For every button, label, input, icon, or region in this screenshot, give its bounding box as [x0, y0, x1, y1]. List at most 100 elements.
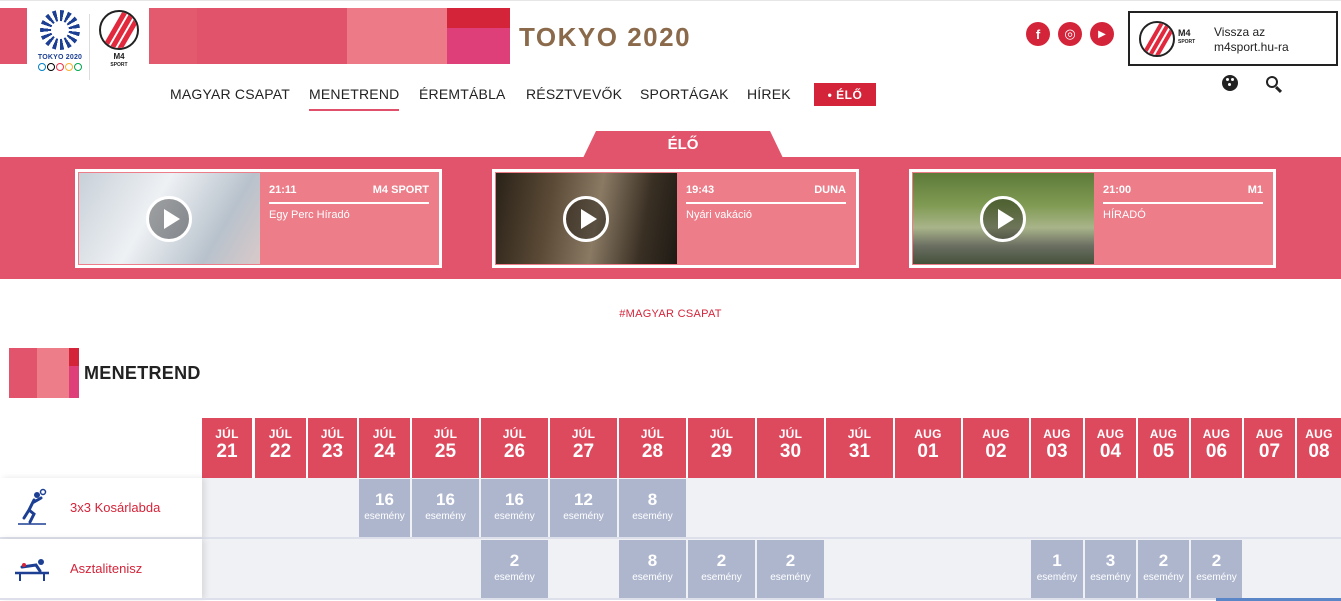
date-header[interactable]: JÚL 27 — [550, 418, 617, 478]
date-header[interactable]: JÚL 30 — [757, 418, 824, 478]
event-label: esemény — [364, 511, 405, 522]
video-thumbnail — [913, 173, 1094, 264]
event-cell[interactable]: 2 esemény — [757, 540, 824, 598]
play-icon[interactable] — [980, 196, 1026, 242]
date-day: 23 — [321, 441, 344, 462]
date-month: JÚL — [215, 427, 239, 441]
event-cell[interactable]: 1 esemény — [1031, 540, 1083, 598]
event-count: 2 — [785, 551, 796, 570]
nav-magyar-csapat[interactable]: MAGYAR CSAPAT — [170, 86, 290, 102]
event-count: 2 — [1211, 551, 1222, 570]
date-header[interactable]: AUG 07 — [1244, 418, 1295, 478]
live-card-m1[interactable]: 21:00 M1 HÍRADÓ — [909, 169, 1276, 268]
date-month: AUG — [1043, 427, 1071, 441]
date-day: 07 — [1258, 441, 1281, 462]
logo-area[interactable]: TOKYO 2020 M4 SPORT — [27, 2, 149, 86]
schedule-row-asztalitenisz[interactable]: Asztalitenisz — [0, 539, 202, 599]
accessibility-button[interactable] — [1220, 73, 1240, 93]
event-label: esemény — [494, 572, 535, 583]
date-header[interactable]: JÚL 31 — [826, 418, 893, 478]
event-cell[interactable]: 3 esemény — [1085, 540, 1136, 598]
event-label: esemény — [1143, 572, 1184, 583]
live-card-duna[interactable]: 19:43 DUNA Nyári vakáció — [492, 169, 859, 268]
date-month: AUG — [1305, 427, 1333, 441]
date-day: 26 — [503, 441, 526, 462]
sport-name[interactable]: 3x3 Kosárlabda — [70, 500, 160, 515]
date-month: JÚL — [709, 427, 734, 441]
date-day: 03 — [1046, 441, 1068, 462]
event-cell[interactable]: 16 esemény — [359, 479, 410, 537]
event-cell[interactable]: 2 esemény — [1138, 540, 1189, 598]
event-count: 12 — [574, 490, 593, 509]
date-month: AUG — [1202, 427, 1231, 441]
m4-mini-label: M4 — [1178, 28, 1191, 38]
event-count: 16 — [505, 490, 524, 509]
m4-mini-sub: SPORT — [1178, 39, 1196, 45]
card-title[interactable]: Egy Perc Híradó — [269, 209, 350, 221]
m4-logo-label: M4 — [113, 52, 125, 61]
search-button[interactable] — [1263, 73, 1283, 93]
event-count: 16 — [436, 490, 455, 509]
event-cell[interactable]: 16 esemény — [481, 479, 548, 537]
date-header[interactable]: JÚL 25 — [412, 418, 479, 478]
date-day: 01 — [917, 441, 939, 462]
table-tennis-icon — [15, 559, 49, 581]
sport-name[interactable]: Asztalitenisz — [70, 561, 142, 576]
nav-hirek[interactable]: HÍREK — [747, 86, 791, 102]
nav-menetrend[interactable]: MENETREND — [309, 86, 400, 111]
m4-stripes-icon — [99, 10, 139, 50]
olympic-rings-icon — [37, 63, 83, 71]
date-header[interactable]: AUG 04 — [1085, 418, 1136, 478]
card-time: 19:43 — [686, 184, 715, 196]
date-header[interactable]: AUG 06 — [1191, 418, 1242, 478]
date-day: 24 — [373, 441, 396, 462]
live-card-m4sport[interactable]: 21:11 M4 SPORT Egy Perc Híradó — [75, 169, 442, 268]
card-title[interactable]: Nyári vakáció — [686, 209, 752, 221]
date-header[interactable]: JÚL 22 — [255, 418, 306, 478]
section-mark — [9, 348, 79, 398]
event-cell[interactable]: 12 esemény — [550, 479, 617, 537]
date-month: JÚL — [571, 427, 596, 441]
date-month: AUG — [914, 427, 942, 441]
event-cell[interactable]: 2 esemény — [688, 540, 755, 598]
date-header[interactable]: AUG 03 — [1031, 418, 1083, 478]
date-header[interactable]: AUG 08 — [1297, 418, 1341, 478]
date-header[interactable]: AUG 01 — [895, 418, 961, 478]
event-cell[interactable]: 2 esemény — [1191, 540, 1242, 598]
event-cell[interactable]: 8 esemény — [619, 540, 686, 598]
schedule-row-3x3-kosarlabda[interactable]: 3x3 Kosárlabda — [0, 478, 202, 538]
date-header[interactable]: JÚL 26 — [481, 418, 548, 478]
facebook-icon[interactable]: f — [1026, 22, 1050, 46]
date-header[interactable]: JÚL 29 — [688, 418, 755, 478]
m4-sport-logo: M4 SPORT — [97, 10, 141, 69]
back-to-m4sport-link[interactable]: M4 SPORT Vissza az m4sport.hu-ra — [1128, 11, 1338, 66]
event-count: 2 — [716, 551, 727, 570]
event-label: esemény — [632, 572, 673, 583]
card-title[interactable]: HÍRADÓ — [1103, 209, 1146, 221]
date-header[interactable]: JÚL 28 — [619, 418, 686, 478]
date-header[interactable]: JÚL 24 — [359, 418, 410, 478]
nav-live-button[interactable]: • ÉLŐ — [814, 83, 876, 106]
event-count: 3 — [1105, 551, 1116, 570]
nav-sportagak[interactable]: SPORTÁGAK — [640, 86, 729, 102]
play-icon[interactable] — [146, 196, 192, 242]
back-link-line2: m4sport.hu-ra — [1214, 40, 1289, 54]
date-month: JÚL — [502, 427, 527, 441]
date-day: 30 — [779, 441, 802, 462]
event-cell[interactable]: 8 esemény — [619, 479, 686, 537]
date-day: 21 — [216, 441, 238, 462]
nav-eremtabla[interactable]: ÉREMTÁBLA — [419, 86, 506, 102]
date-month: AUG — [1149, 427, 1178, 441]
youtube-icon[interactable]: ▶ — [1090, 22, 1114, 46]
hashtag-link[interactable]: #MAGYAR CSAPAT — [0, 308, 1341, 320]
event-cell[interactable]: 2 esemény — [481, 540, 548, 598]
date-header[interactable]: JÚL 23 — [308, 418, 357, 478]
play-icon[interactable] — [563, 196, 609, 242]
nav-resztvevok[interactable]: RÉSZTVEVŐK — [526, 86, 622, 102]
instagram-icon[interactable]: ◎ — [1058, 22, 1082, 46]
date-header[interactable]: AUG 05 — [1138, 418, 1189, 478]
date-header[interactable]: AUG 02 — [963, 418, 1029, 478]
date-header[interactable]: JÚL 21 — [202, 418, 252, 478]
card-divider — [686, 202, 846, 204]
event-cell[interactable]: 16 esemény — [412, 479, 479, 537]
